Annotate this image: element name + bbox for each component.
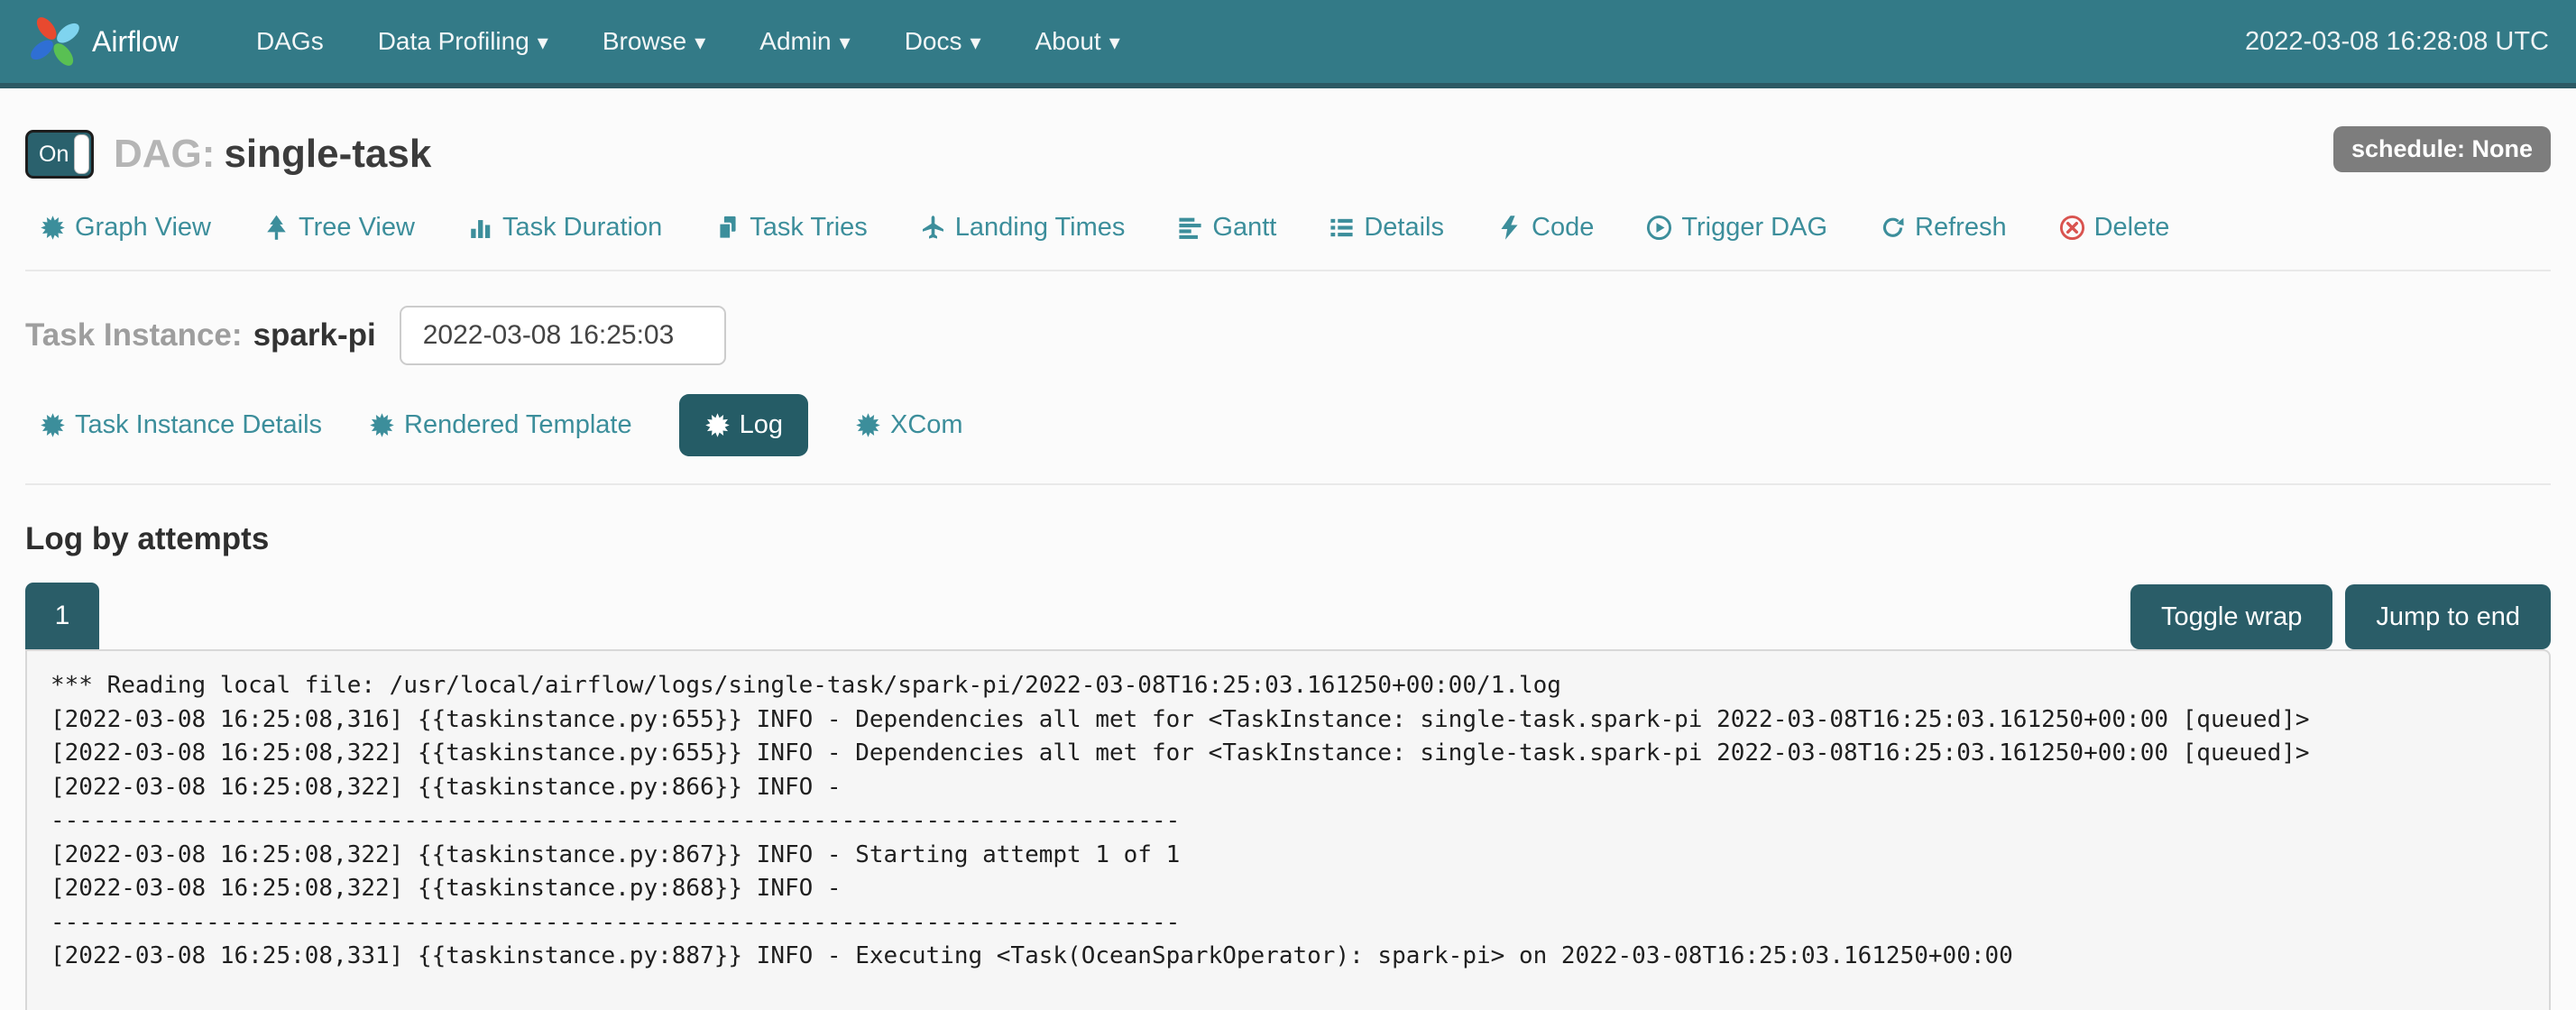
- log-line: [2022-03-08 16:25:08,322] {{taskinstance…: [51, 771, 2525, 805]
- divider: [25, 483, 2551, 485]
- log-controls-row: 1 Toggle wrap Jump to end: [25, 583, 2551, 649]
- toggle-knob: [74, 134, 89, 174]
- dag-header: On DAG:single-task schedule: None: [25, 130, 2551, 179]
- log-line: [2022-03-08 16:25:08,322] {{taskinstance…: [51, 737, 2525, 771]
- certificate-icon: [40, 412, 66, 438]
- bolt-icon: [1496, 215, 1523, 241]
- tab-tree-view[interactable]: Tree View: [263, 213, 415, 243]
- attempt-1-tab[interactable]: 1: [25, 583, 99, 649]
- tab-refresh[interactable]: Refresh: [1880, 213, 2007, 243]
- tab-gantt[interactable]: Gantt: [1177, 213, 1276, 243]
- dag-pause-toggle[interactable]: On: [25, 130, 94, 179]
- tab-landing-times[interactable]: Landing Times: [920, 213, 1126, 243]
- page-title: DAG:single-task: [114, 132, 431, 177]
- nav-item-dags[interactable]: DAGs: [233, 14, 347, 69]
- tab-delete[interactable]: Delete: [2059, 213, 2170, 243]
- log-line: ----------------------------------------…: [51, 906, 2525, 941]
- align-left-icon: [1177, 215, 1203, 241]
- chevron-down-icon: ▾: [840, 32, 851, 54]
- nav-item-docs[interactable]: Docs▾: [881, 14, 1005, 69]
- tab-task-duration[interactable]: Task Duration: [467, 213, 662, 243]
- task-instance-label: Task Instance:: [25, 317, 243, 354]
- nav-item-admin[interactable]: Admin▾: [736, 14, 873, 69]
- certificate-icon: [855, 412, 881, 438]
- nav-item-about[interactable]: About▾: [1012, 14, 1144, 69]
- execution-date-input[interactable]: [400, 306, 726, 365]
- log-line: *** Reading local file: /usr/local/airfl…: [51, 669, 2525, 703]
- dag-name: single-task: [224, 132, 431, 176]
- airflow-pinwheel-logo-icon: [27, 14, 83, 69]
- toggle-on-label: On: [28, 142, 69, 168]
- list-icon: [1329, 215, 1355, 241]
- schedule-badge: schedule: None: [2333, 126, 2551, 172]
- chevron-down-icon: ▾: [1109, 32, 1120, 54]
- tab-log[interactable]: Log: [679, 394, 808, 456]
- bar-chart-icon: [467, 215, 493, 241]
- files-icon: [714, 215, 741, 241]
- utc-clock: 2022-03-08 16:28:08 UTC: [2245, 27, 2549, 57]
- log-line: [2022-03-08 16:25:08,322] {{taskinstance…: [51, 839, 2525, 873]
- top-navbar: Airflow DAGs Data Profiling▾ Browse▾ Adm…: [0, 0, 2576, 88]
- certificate-icon: [40, 215, 66, 241]
- tab-trigger-dag[interactable]: Trigger DAG: [1646, 213, 1827, 243]
- chevron-down-icon: ▾: [695, 32, 705, 54]
- log-line: [2022-03-08 16:25:08,322] {{taskinstance…: [51, 872, 2525, 906]
- dag-prefix: DAG:: [114, 132, 215, 176]
- tab-details[interactable]: Details: [1329, 213, 1444, 243]
- jump-to-end-button[interactable]: Jump to end: [2345, 584, 2551, 649]
- tree-icon: [263, 215, 290, 241]
- toggle-wrap-button[interactable]: Toggle wrap: [2130, 584, 2332, 649]
- divider: [25, 270, 2551, 271]
- task-instance-name: spark-pi: [253, 317, 376, 354]
- log-line: [2022-03-08 16:25:08,331] {{taskinstance…: [51, 940, 2525, 974]
- refresh-icon: [1880, 215, 1906, 241]
- tab-task-instance-details[interactable]: Task Instance Details: [40, 394, 322, 456]
- log-line: [2022-03-08 16:25:08,316] {{taskinstance…: [51, 703, 2525, 738]
- tab-code[interactable]: Code: [1496, 213, 1594, 243]
- log-buttons: Toggle wrap Jump to end: [2130, 584, 2551, 649]
- nav-item-browse[interactable]: Browse▾: [579, 14, 729, 69]
- certificate-icon: [369, 412, 395, 438]
- nav-item-data-profiling[interactable]: Data Profiling▾: [354, 14, 572, 69]
- log-output-panel[interactable]: *** Reading local file: /usr/local/airfl…: [25, 649, 2551, 1010]
- brand-label: Airflow: [92, 25, 179, 59]
- times-circle-icon: [2059, 215, 2085, 241]
- chevron-down-icon: ▾: [538, 32, 548, 54]
- nav-menu: DAGs Data Profiling▾ Browse▾ Admin▾ Docs…: [233, 14, 2245, 69]
- log-by-attempts-heading: Log by attempts: [25, 521, 2551, 557]
- task-instance-header: Task Instance: spark-pi: [25, 306, 2551, 365]
- dag-view-tabs: Graph View Tree View Task Duration Task …: [25, 213, 2551, 243]
- tab-xcom[interactable]: XCom: [855, 394, 963, 456]
- airflow-brand[interactable]: Airflow: [27, 14, 179, 69]
- chevron-down-icon: ▾: [970, 32, 980, 54]
- task-instance-tabs: Task Instance Details Rendered Template …: [25, 394, 2551, 456]
- play-circle-icon: [1646, 215, 1672, 241]
- certificate-icon: [704, 412, 731, 438]
- log-line: ----------------------------------------…: [51, 804, 2525, 839]
- tab-task-tries[interactable]: Task Tries: [714, 213, 868, 243]
- tab-graph-view[interactable]: Graph View: [40, 213, 211, 243]
- plane-icon: [920, 215, 946, 241]
- tab-rendered-template[interactable]: Rendered Template: [369, 394, 632, 456]
